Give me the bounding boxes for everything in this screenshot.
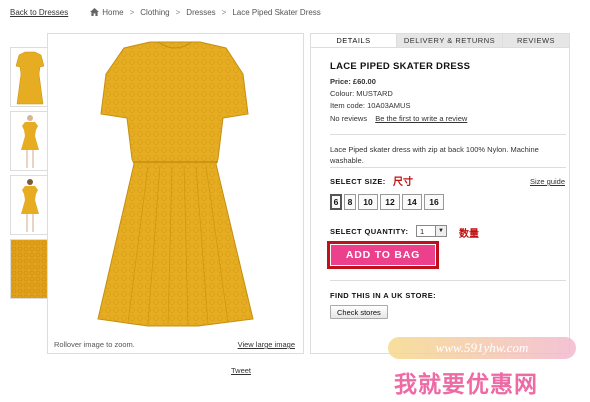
thumbnail-list [10, 47, 50, 303]
breadcrumb-home[interactable]: Home [102, 8, 123, 17]
quantity-select[interactable]: 1 ▼ [416, 225, 447, 237]
tab-reviews[interactable]: REVIEWS [503, 34, 569, 47]
thumbnail-front[interactable] [10, 47, 48, 107]
size-annotation: 尺寸 [393, 177, 413, 188]
breadcrumb-separator: > [129, 7, 135, 17]
size-option-12[interactable]: 12 [380, 194, 400, 210]
breadcrumb-dresses[interactable]: Dresses [186, 8, 215, 17]
tab-bar: DETAILS DELIVERY & RETURNS REVIEWS [311, 34, 569, 48]
watermark-url-badge: www.591yhw.com [388, 337, 576, 359]
add-to-bag-highlight: ADD TO BAG [327, 241, 439, 269]
dress-image [97, 41, 254, 327]
thumbnail-model-front[interactable] [10, 111, 48, 171]
divider [330, 134, 566, 135]
product-price: Price: £60.00 [330, 77, 376, 86]
thumbnail-model-back[interactable] [10, 175, 48, 235]
size-option-6[interactable]: 6 [330, 194, 342, 210]
back-to-dresses-link[interactable]: Back to Dresses [10, 8, 68, 17]
breadcrumb-separator: > [175, 7, 181, 17]
view-large-image-link[interactable]: View large image [238, 340, 295, 349]
thumbnail-lace-detail[interactable] [10, 239, 48, 299]
quantity-value: 1 [420, 226, 425, 236]
dropdown-arrow-icon[interactable]: ▼ [435, 226, 446, 236]
product-name: LACE PIPED SKATER DRESS [330, 61, 471, 72]
review-count: No reviews [330, 114, 368, 123]
divider [330, 167, 566, 168]
find-in-store-label: FIND THIS IN A UK STORE: [330, 291, 436, 300]
breadcrumb-clothing[interactable]: Clothing [140, 8, 169, 17]
check-stores-button[interactable]: Check stores [330, 305, 388, 319]
select-size-label: SELECT SIZE: [330, 177, 386, 186]
size-option-14[interactable]: 14 [402, 194, 422, 210]
size-guide-link[interactable]: Size guide [530, 177, 565, 186]
size-option-8[interactable]: 8 [344, 194, 356, 210]
zoom-caption: Rollover image to zoom. [54, 340, 135, 349]
size-options: 6 8 10 12 14 16 [330, 194, 444, 210]
breadcrumb-separator: > [221, 7, 227, 17]
watermark-text: 我就要优惠网 [394, 372, 538, 398]
quantity-annotation: 数量 [459, 229, 479, 240]
breadcrumb: Back to Dresses Home > Clothing > Dresse… [10, 7, 321, 17]
tweet-link[interactable]: Tweet [231, 366, 251, 375]
tab-details[interactable]: DETAILS [311, 34, 397, 47]
divider [330, 280, 566, 281]
size-option-16[interactable]: 16 [424, 194, 444, 210]
size-option-10[interactable]: 10 [358, 194, 378, 210]
home-icon [90, 8, 100, 16]
select-quantity-label: SELECT QUANTITY: [330, 227, 409, 236]
product-description: Lace Piped skater dress with zip at back… [330, 145, 539, 165]
watermark-url: www.591yhw.com [436, 340, 529, 355]
main-product-image[interactable]: Rollover image to zoom. View large image [47, 33, 304, 354]
product-details-panel: DETAILS DELIVERY & RETURNS REVIEWS LACE … [310, 33, 570, 354]
tab-delivery-returns[interactable]: DELIVERY & RETURNS [397, 34, 503, 47]
write-review-link[interactable]: Be the first to write a review [375, 114, 467, 123]
breadcrumb-current: Lace Piped Skater Dress [232, 7, 321, 17]
add-to-bag-button[interactable]: ADD TO BAG [331, 245, 435, 265]
product-item-code: Item code: 10A03AMUS [330, 101, 411, 110]
product-colour: Colour: MUSTARD [330, 89, 393, 98]
